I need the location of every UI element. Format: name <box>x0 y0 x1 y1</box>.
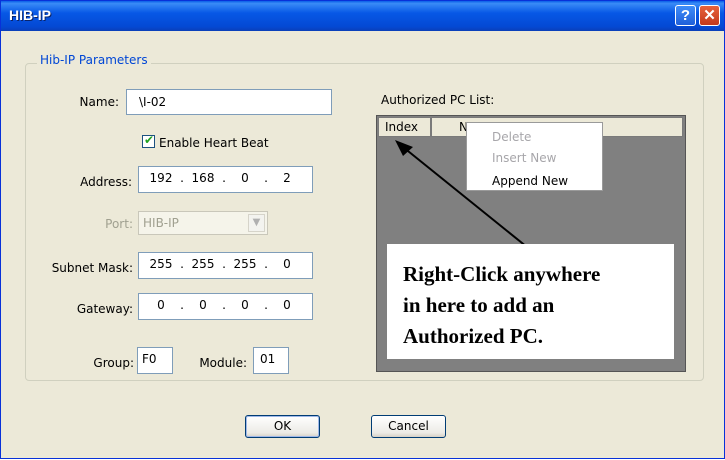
cancel-button[interactable]: Cancel <box>371 415 446 438</box>
annotation-box: Right-Click anywhere in here to add an A… <box>387 244 674 359</box>
ok-button[interactable]: OK <box>245 415 320 438</box>
dialog-window: HIB-IP ? ✕ Hib-IP Parameters Name: \I-02… <box>0 0 725 459</box>
annotation-arrow <box>395 140 528 248</box>
annotation-line-2: in here to add an <box>403 293 555 317</box>
annotation-line-3: Authorized PC. <box>403 324 543 348</box>
annotation-line-1: Right-Click anywhere <box>403 262 601 286</box>
arrow-line <box>402 146 528 248</box>
